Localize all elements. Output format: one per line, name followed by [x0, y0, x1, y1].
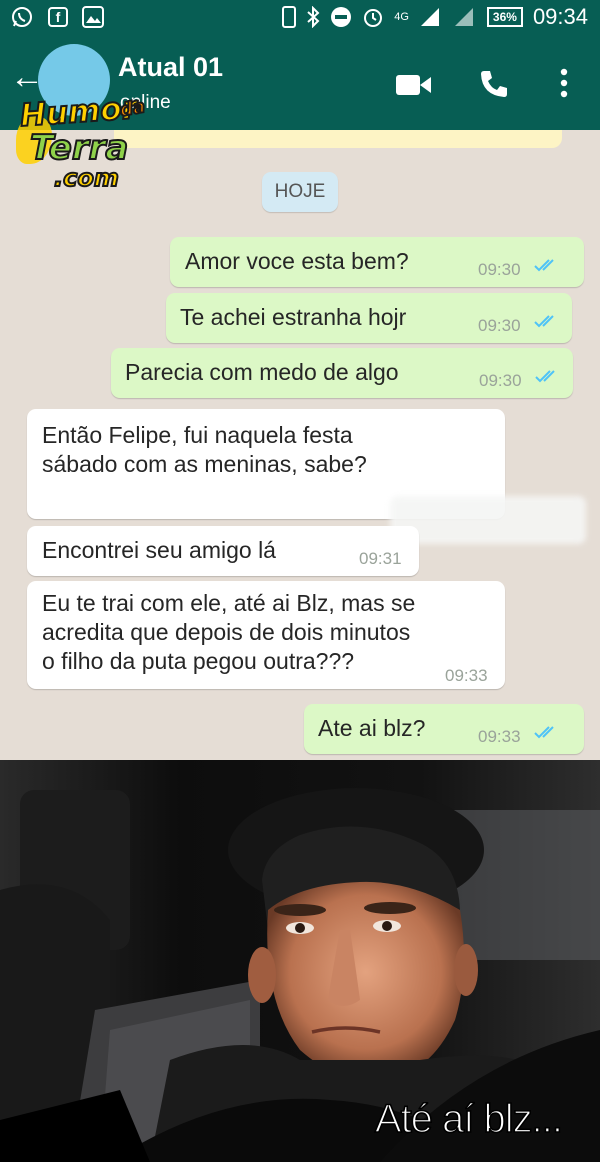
message-text: Parecia com medo de algo — [125, 359, 399, 385]
logo-word-com: .com — [53, 163, 120, 193]
system-icons: 4G 36% 09:34 — [282, 4, 588, 30]
chat-area[interactable]: HOJE Amor voce esta bem? 09:30 Te achei … — [0, 130, 600, 760]
logo-word-da: da — [117, 95, 147, 122]
message-time: 09:31 — [359, 549, 402, 568]
watermark-logo: Humor da Terra .com — [16, 86, 150, 196]
message-text: Te achei estranha hojr — [180, 304, 407, 330]
message-outgoing[interactable]: Amor voce esta bem? 09:30 — [170, 237, 584, 287]
date-chip: HOJE — [262, 172, 338, 212]
read-double-tick-icon — [534, 315, 554, 328]
message-time: 09:30 — [478, 260, 521, 279]
whatsapp-notification-icon — [12, 7, 32, 27]
message-time: 09:33 — [478, 727, 521, 746]
meme-photo: Até aí blz... — [0, 760, 600, 1162]
clock: 09:34 — [532, 4, 588, 29]
message-outgoing[interactable]: Ate ai blz? 09:33 — [304, 704, 584, 754]
read-double-tick-icon — [534, 726, 554, 739]
facebook-notification-icon: f — [48, 7, 68, 27]
alarm-icon — [364, 9, 383, 27]
video-call-icon[interactable] — [396, 74, 432, 96]
message-text-line: Eu te trai com ele, até ai Blz, mas se — [42, 590, 416, 616]
signal-2-icon — [454, 8, 473, 26]
more-options-icon[interactable] — [560, 68, 568, 98]
voice-call-icon[interactable] — [478, 68, 510, 100]
phone-status-icon — [282, 6, 297, 28]
battery-indicator: 36% — [486, 7, 523, 27]
do-not-disturb-icon — [331, 7, 352, 27]
status-bar: f 4G 36% 09:34 — [0, 0, 600, 36]
contact-name[interactable]: Atual 01 — [118, 52, 223, 83]
message-incoming[interactable]: Encontrei seu amigo lá 09:31 — [27, 526, 419, 576]
message-time: 09:30 — [479, 371, 522, 390]
message-text: Encontrei seu amigo lá — [42, 537, 276, 563]
message-time: 09:30 — [478, 316, 521, 335]
network-type-label: 4G — [394, 10, 409, 23]
bluetooth-icon — [307, 6, 320, 28]
message-outgoing[interactable]: Te achei estranha hojr 09:30 — [166, 293, 572, 343]
read-double-tick-icon — [535, 370, 555, 383]
logo-word-terra: Terra — [29, 127, 129, 169]
message-outgoing[interactable]: Parecia com medo de algo 09:30 — [111, 348, 573, 398]
read-double-tick-icon — [534, 259, 554, 272]
message-text: Amor voce esta bem? — [185, 248, 409, 274]
message-incoming[interactable]: Eu te trai com ele, até ai Blz, mas se a… — [27, 581, 505, 689]
notification-icons: f — [10, 5, 104, 29]
meme-caption: Até aí blz... — [374, 1096, 564, 1142]
message-text-line: Então Felipe, fui naquela festa — [42, 422, 353, 448]
obscured-area — [390, 496, 586, 544]
message-time: 09:33 — [445, 666, 488, 685]
message-text-line: o filho da puta pegou outra??? — [42, 648, 355, 674]
signal-icon — [420, 8, 439, 26]
encryption-notice — [114, 130, 562, 148]
message-text: Ate ai blz? — [318, 715, 426, 741]
message-text-line: acredita que depois de dois minutos — [42, 619, 411, 645]
gallery-notification-icon — [82, 6, 104, 28]
message-text-line: sábado com as meninas, sabe? — [42, 451, 367, 477]
